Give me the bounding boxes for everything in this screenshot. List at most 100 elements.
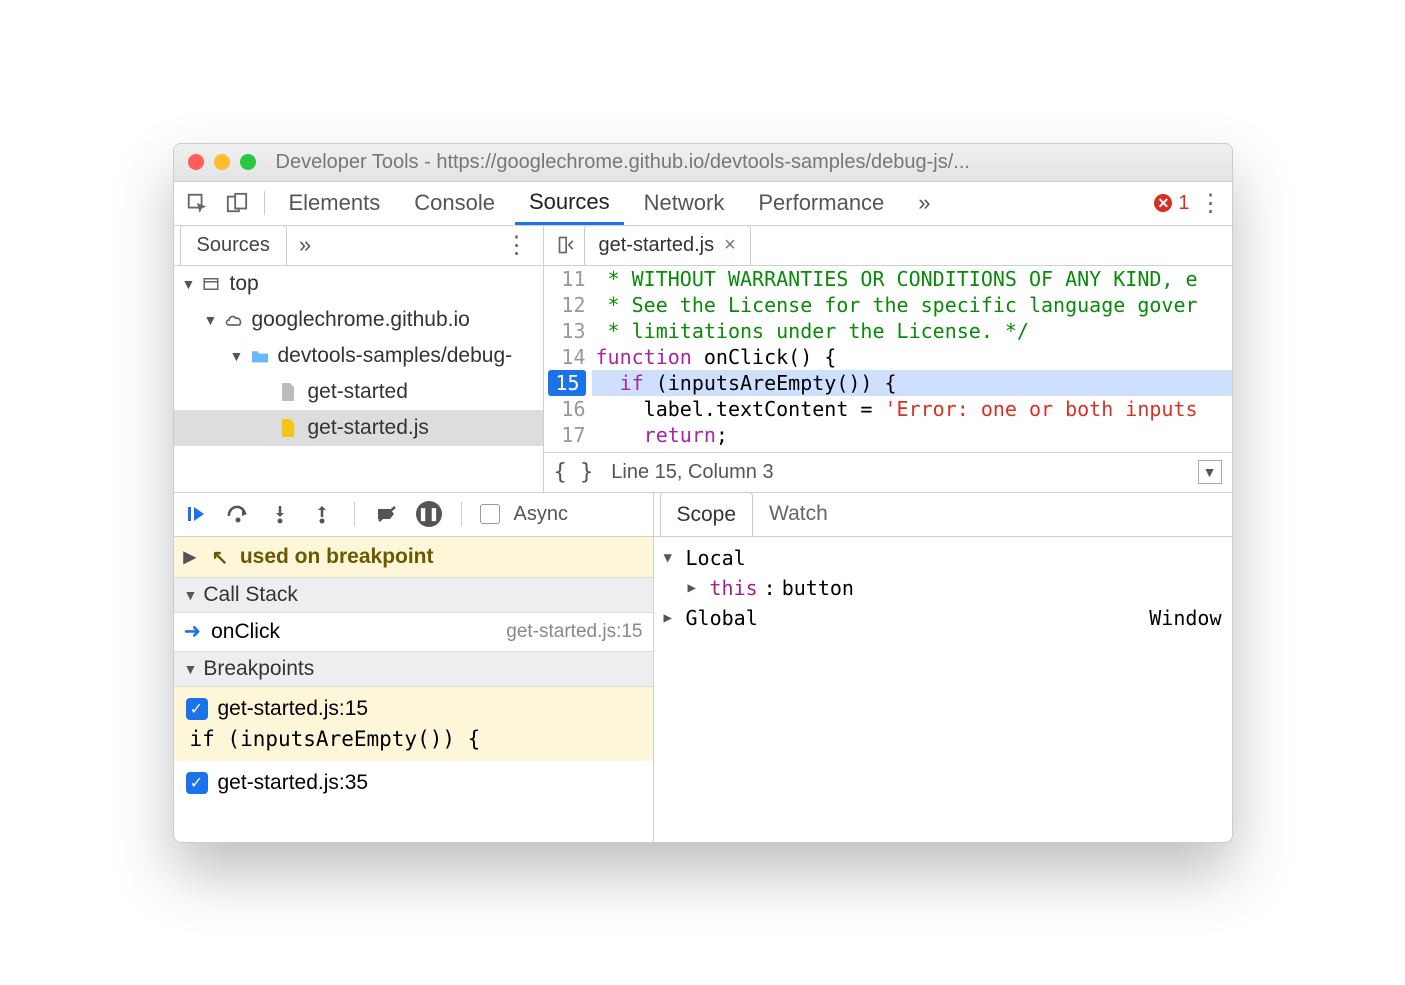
debugger-left: ❚❚ Async ▶ ↖ used on breakpoint ▼ Call S… — [174, 493, 654, 842]
breakpoints-header[interactable]: ▼ Breakpoints — [174, 651, 653, 687]
tab-watch[interactable]: Watch — [753, 502, 844, 526]
resume-button[interactable] — [182, 500, 210, 528]
main-toolbar: Elements Console Sources Network Perform… — [174, 182, 1232, 226]
js-file-icon — [280, 418, 302, 438]
tab-network[interactable]: Network — [630, 181, 739, 225]
debugger-right: Scope Watch ▼ Local ▶ this: button ▶ Glo… — [654, 493, 1232, 842]
call-stack-header[interactable]: ▼ Call Stack — [174, 577, 653, 613]
current-frame-icon: ➜ — [184, 619, 202, 644]
scope-body: ▼ Local ▶ this: button ▶ Global Window — [654, 537, 1232, 842]
cloud-icon — [224, 312, 246, 328]
editor-pane: get-started.js × 11 12 13 14 15 16 17 — [544, 226, 1232, 492]
chevron-down-icon: ▼ — [204, 312, 218, 328]
deactivate-breakpoints-button[interactable] — [373, 500, 401, 528]
navigate-back-icon[interactable] — [550, 228, 584, 262]
banner-text: used on breakpoint — [240, 545, 434, 569]
toolbar-divider — [354, 502, 355, 526]
scope-global[interactable]: ▶ Global Window — [664, 603, 1222, 633]
window-icon — [202, 275, 224, 293]
editor-statusbar: { } Line 15, Column 3 ▼ — [544, 452, 1232, 492]
chevron-right-icon: ▶ — [688, 580, 704, 596]
tree-label: googlechrome.github.io — [252, 308, 470, 332]
chevron-right-icon: ▶ — [664, 610, 680, 626]
breakpoint-label: get-started.js:15 — [218, 697, 369, 721]
navigator-pane: Sources » ⋮ ▼ top ▼ googlechrome.github.… — [174, 226, 544, 492]
tree-node-top[interactable]: ▼ top — [174, 266, 543, 302]
close-tab-icon[interactable]: × — [724, 234, 736, 257]
chevron-down-icon: ▼ — [230, 348, 244, 364]
folder-icon — [250, 348, 272, 364]
navigator-tab-sources[interactable]: Sources — [180, 226, 287, 266]
inspect-element-icon[interactable] — [180, 186, 214, 220]
navigator-tabs-overflow[interactable]: » — [287, 232, 323, 258]
tab-elements[interactable]: Elements — [275, 181, 395, 225]
async-checkbox[interactable] — [480, 504, 500, 524]
close-window-icon[interactable] — [188, 154, 204, 170]
window-title: Developer Tools - https://googlechrome.g… — [276, 151, 1218, 174]
cursor-position: Line 15, Column 3 — [611, 461, 773, 484]
tree-label: top — [230, 272, 259, 296]
tab-performance[interactable]: Performance — [744, 181, 898, 225]
tree-node-file[interactable]: get-started — [174, 374, 543, 410]
toolbar-divider — [264, 191, 265, 215]
tree-label: get-started — [308, 380, 408, 404]
chevron-down-icon: ▼ — [184, 587, 198, 603]
step-into-button[interactable] — [266, 500, 294, 528]
minimize-window-icon[interactable] — [214, 154, 230, 170]
settings-menu-icon[interactable]: ⋮ — [1196, 189, 1226, 218]
titlebar: Developer Tools - https://googlechrome.g… — [174, 144, 1232, 182]
breakpoint-code: if (inputsAreEmpty()) { — [186, 727, 641, 751]
document-icon — [280, 382, 302, 402]
error-count: 1 — [1178, 192, 1189, 215]
paused-banner[interactable]: ▶ ↖ used on breakpoint — [174, 537, 653, 577]
cursor-icon: ↖ — [212, 545, 229, 570]
pause-exceptions-button[interactable]: ❚❚ — [415, 500, 443, 528]
frame-location: get-started.js:15 — [506, 621, 642, 643]
traffic-lights — [188, 154, 256, 170]
file-tree: ▼ top ▼ googlechrome.github.io ▼ devtool… — [174, 266, 543, 492]
device-toggle-icon[interactable] — [220, 186, 254, 220]
error-count-badge[interactable]: ✕ 1 — [1154, 192, 1189, 215]
tab-scope[interactable]: Scope — [660, 492, 754, 536]
tab-console[interactable]: Console — [400, 181, 509, 225]
frame-name: onClick — [211, 620, 280, 644]
tab-sources[interactable]: Sources — [515, 181, 624, 225]
editor-dropdown-icon[interactable]: ▼ — [1198, 460, 1222, 484]
scope-local[interactable]: ▼ Local — [664, 543, 1222, 573]
breakpoint-item[interactable]: ✓ get-started.js:15 if (inputsAreEmpty()… — [174, 687, 653, 761]
navigator-tabs: Sources » ⋮ — [174, 226, 543, 266]
code-editor[interactable]: 11 12 13 14 15 16 17 * WITHOUT WARRANTIE… — [544, 266, 1232, 452]
scope-prop-name: this — [710, 576, 758, 600]
panels-body: Sources » ⋮ ▼ top ▼ googlechrome.github.… — [174, 226, 1232, 492]
toolbar-divider — [461, 502, 462, 526]
navigator-menu-icon[interactable]: ⋮ — [491, 231, 543, 260]
editor-tab[interactable]: get-started.js × — [584, 226, 751, 266]
breakpoint-item[interactable]: ✓ get-started.js:35 — [174, 761, 653, 805]
tree-node-domain[interactable]: ▼ googlechrome.github.io — [174, 302, 543, 338]
step-over-button[interactable] — [224, 500, 252, 528]
tree-label: get-started.js — [308, 416, 429, 440]
step-out-button[interactable] — [308, 500, 336, 528]
tabs-overflow[interactable]: » — [904, 181, 944, 225]
debugger-toolbar: ❚❚ Async — [174, 493, 653, 537]
breakpoint-checkbox[interactable]: ✓ — [186, 772, 208, 794]
pretty-print-icon[interactable]: { } — [554, 460, 594, 485]
editor-tab-strip: get-started.js × — [544, 226, 1232, 266]
editor-tab-label: get-started.js — [599, 234, 715, 257]
chevron-down-icon: ▼ — [184, 661, 198, 677]
call-stack-frame[interactable]: ➜ onClick get-started.js:15 — [174, 613, 653, 651]
scope-this[interactable]: ▶ this: button — [664, 573, 1222, 603]
breakpoint-line-marker: 15 — [548, 370, 586, 396]
breakpoint-label: get-started.js:35 — [218, 771, 369, 795]
line-gutter: 11 12 13 14 15 16 17 — [544, 266, 592, 452]
zoom-window-icon[interactable] — [240, 154, 256, 170]
tree-node-folder[interactable]: ▼ devtools-samples/debug- — [174, 338, 543, 374]
devtools-window: Developer Tools - https://googlechrome.g… — [173, 143, 1233, 843]
breakpoint-checkbox[interactable]: ✓ — [186, 698, 208, 720]
scope-tab-strip: Scope Watch — [654, 493, 1232, 537]
tree-node-file-selected[interactable]: get-started.js — [174, 410, 543, 446]
chevron-down-icon: ▼ — [182, 276, 196, 292]
debugger-pane: ❚❚ Async ▶ ↖ used on breakpoint ▼ Call S… — [174, 492, 1232, 842]
error-icon: ✕ — [1154, 194, 1172, 212]
code-lines: * WITHOUT WARRANTIES OR CONDITIONS OF AN… — [592, 266, 1232, 452]
